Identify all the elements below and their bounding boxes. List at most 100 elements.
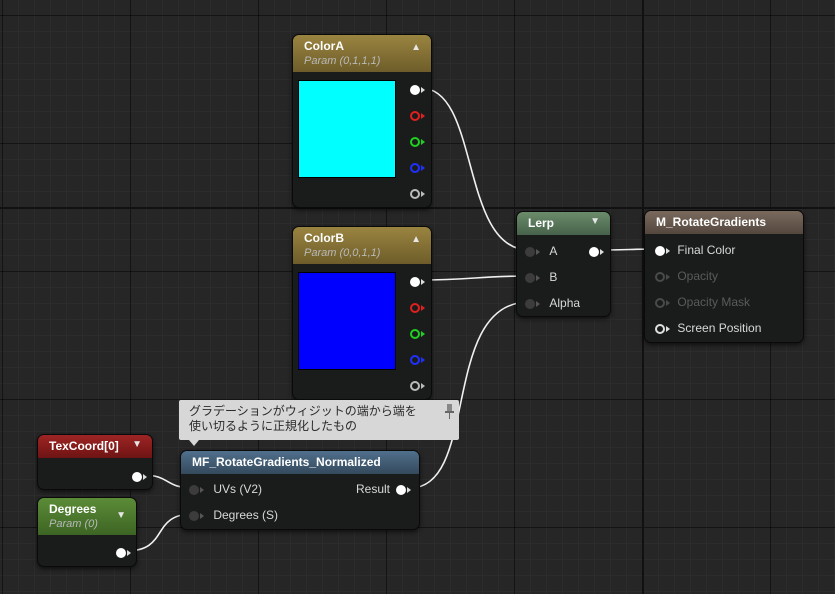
material-result-node[interactable]: M_RotateGradients Final Color Opacity Op… [644, 210, 804, 343]
pin-icon [410, 110, 420, 121]
arrow-icon [536, 300, 540, 307]
output-pin[interactable] [116, 544, 131, 560]
arrow-icon [421, 190, 425, 197]
collapse-up-icon[interactable]: ▲ [411, 234, 421, 245]
pin-icon [655, 271, 665, 282]
input-alpha-pin[interactable]: Alpha [525, 295, 580, 311]
node-title: ColorB [304, 231, 344, 245]
arrow-icon [666, 247, 670, 254]
opacity-mask-pin[interactable]: Opacity Mask [655, 294, 750, 310]
pin-label: UVs (V2) [213, 482, 263, 496]
pin-icon [655, 323, 665, 334]
arrow-icon [421, 356, 425, 363]
node-subtitle: Param (0,0,1,1) [304, 247, 381, 259]
node-title: TexCoord[0] [49, 439, 119, 453]
output-a-pin[interactable] [410, 185, 425, 201]
output-g-pin[interactable] [410, 325, 425, 341]
final-color-pin[interactable]: Final Color [655, 242, 735, 258]
collapse-down-icon[interactable]: ▼ [132, 439, 142, 450]
result-output-pin[interactable]: Result [356, 481, 411, 497]
arrow-icon [666, 325, 670, 332]
arrow-icon [600, 248, 604, 255]
collapse-down-icon[interactable]: ▼ [590, 216, 600, 227]
function-header: MF_RotateGradients_Normalized [181, 451, 419, 474]
texcoord-header: TexCoord[0] ▼ [38, 435, 152, 458]
arrow-icon [143, 473, 147, 480]
comment-line-2: 使い切るように正規化したもの [189, 419, 358, 433]
output-b-pin[interactable] [410, 351, 425, 367]
material-function-node[interactable]: MF_RotateGradients_Normalized UVs (V2) D… [180, 450, 420, 530]
output-pin[interactable] [589, 243, 604, 259]
node-subtitle: Param (0,1,1,1) [304, 55, 381, 67]
pin-icon [410, 328, 420, 339]
output-r-pin[interactable] [410, 299, 425, 315]
pin-icon [525, 246, 535, 257]
arrow-icon [666, 273, 670, 280]
output-a-pin[interactable] [410, 377, 425, 393]
pin-label: Alpha [549, 296, 581, 310]
pin-label: Final Color [677, 243, 736, 257]
pin-icon [525, 298, 535, 309]
degrees-input-pin[interactable]: Degrees (S) [189, 507, 278, 523]
pin-icon [410, 84, 420, 95]
pin-label: B [549, 270, 558, 284]
node-title: ColorA [304, 39, 344, 53]
node-title: Lerp [528, 216, 555, 230]
arrow-icon [536, 248, 540, 255]
arrow-icon [421, 330, 425, 337]
output-rgba-pin[interactable] [410, 273, 425, 289]
arrow-icon [127, 549, 131, 556]
pin-label: Screen Position [677, 321, 762, 335]
pin-icon [189, 510, 199, 521]
collapse-up-icon[interactable]: ▲ [411, 42, 421, 53]
node-title: Degrees [49, 502, 97, 516]
arrow-icon [421, 112, 425, 119]
pin-icon [396, 484, 406, 495]
arrow-icon [536, 274, 540, 281]
pin-icon [410, 188, 420, 199]
lerp-node[interactable]: Lerp ▼ A B Alpha [516, 211, 611, 317]
arrow-icon [421, 138, 425, 145]
arrow-icon [666, 299, 670, 306]
degrees-node[interactable]: Degrees Param (0) ▼ [37, 497, 137, 567]
pin-icon [589, 246, 599, 257]
material-graph-canvas[interactable]: ColorA Param (0,1,1,1) ▲ ColorB Param (0… [0, 0, 835, 594]
pin-label: Opacity [677, 269, 719, 283]
uvs-input-pin[interactable]: UVs (V2) [189, 481, 262, 497]
output-b-pin[interactable] [410, 159, 425, 175]
output-pin[interactable] [132, 468, 147, 484]
pushpin-icon[interactable] [445, 403, 454, 424]
wire-colorA-to-lerp-a [420, 87, 530, 251]
pin-icon [655, 245, 665, 256]
opacity-pin[interactable]: Opacity [655, 268, 718, 284]
comment-line-1: グラデーションがウィジットの端から端を [189, 404, 417, 418]
input-a-pin[interactable]: A [525, 243, 557, 259]
screen-position-pin[interactable]: Screen Position [655, 320, 761, 336]
input-b-pin[interactable]: B [525, 269, 557, 285]
pin-icon [655, 297, 665, 308]
colorA-node[interactable]: ColorA Param (0,1,1,1) ▲ [292, 34, 432, 208]
arrow-icon [421, 304, 425, 311]
arrow-icon [421, 382, 425, 389]
degrees-header: Degrees Param (0) ▼ [38, 498, 136, 535]
arrow-icon [407, 486, 411, 493]
pin-icon [410, 162, 420, 173]
output-r-pin[interactable] [410, 107, 425, 123]
arrow-icon [200, 486, 204, 493]
pin-icon [132, 471, 142, 482]
pin-label: Degrees (S) [213, 508, 279, 522]
result-header: M_RotateGradients [645, 211, 803, 234]
colorB-node[interactable]: ColorB Param (0,0,1,1) ▲ [292, 226, 432, 400]
collapse-down-icon[interactable]: ▼ [116, 510, 126, 521]
output-g-pin[interactable] [410, 133, 425, 149]
node-comment-bubble[interactable]: グラデーションがウィジットの端から端を 使い切るように正規化したもの [179, 400, 459, 446]
pin-icon [410, 354, 420, 365]
output-rgba-pin[interactable] [410, 81, 425, 97]
node-title: MF_RotateGradients_Normalized [192, 455, 381, 469]
pin-icon [189, 484, 199, 495]
texcoord-node[interactable]: TexCoord[0] ▼ [37, 434, 153, 490]
pin-icon [410, 136, 420, 147]
pin-label: Opacity Mask [677, 295, 751, 309]
pin-icon [116, 547, 126, 558]
node-subtitle: Param (0) [49, 518, 98, 530]
